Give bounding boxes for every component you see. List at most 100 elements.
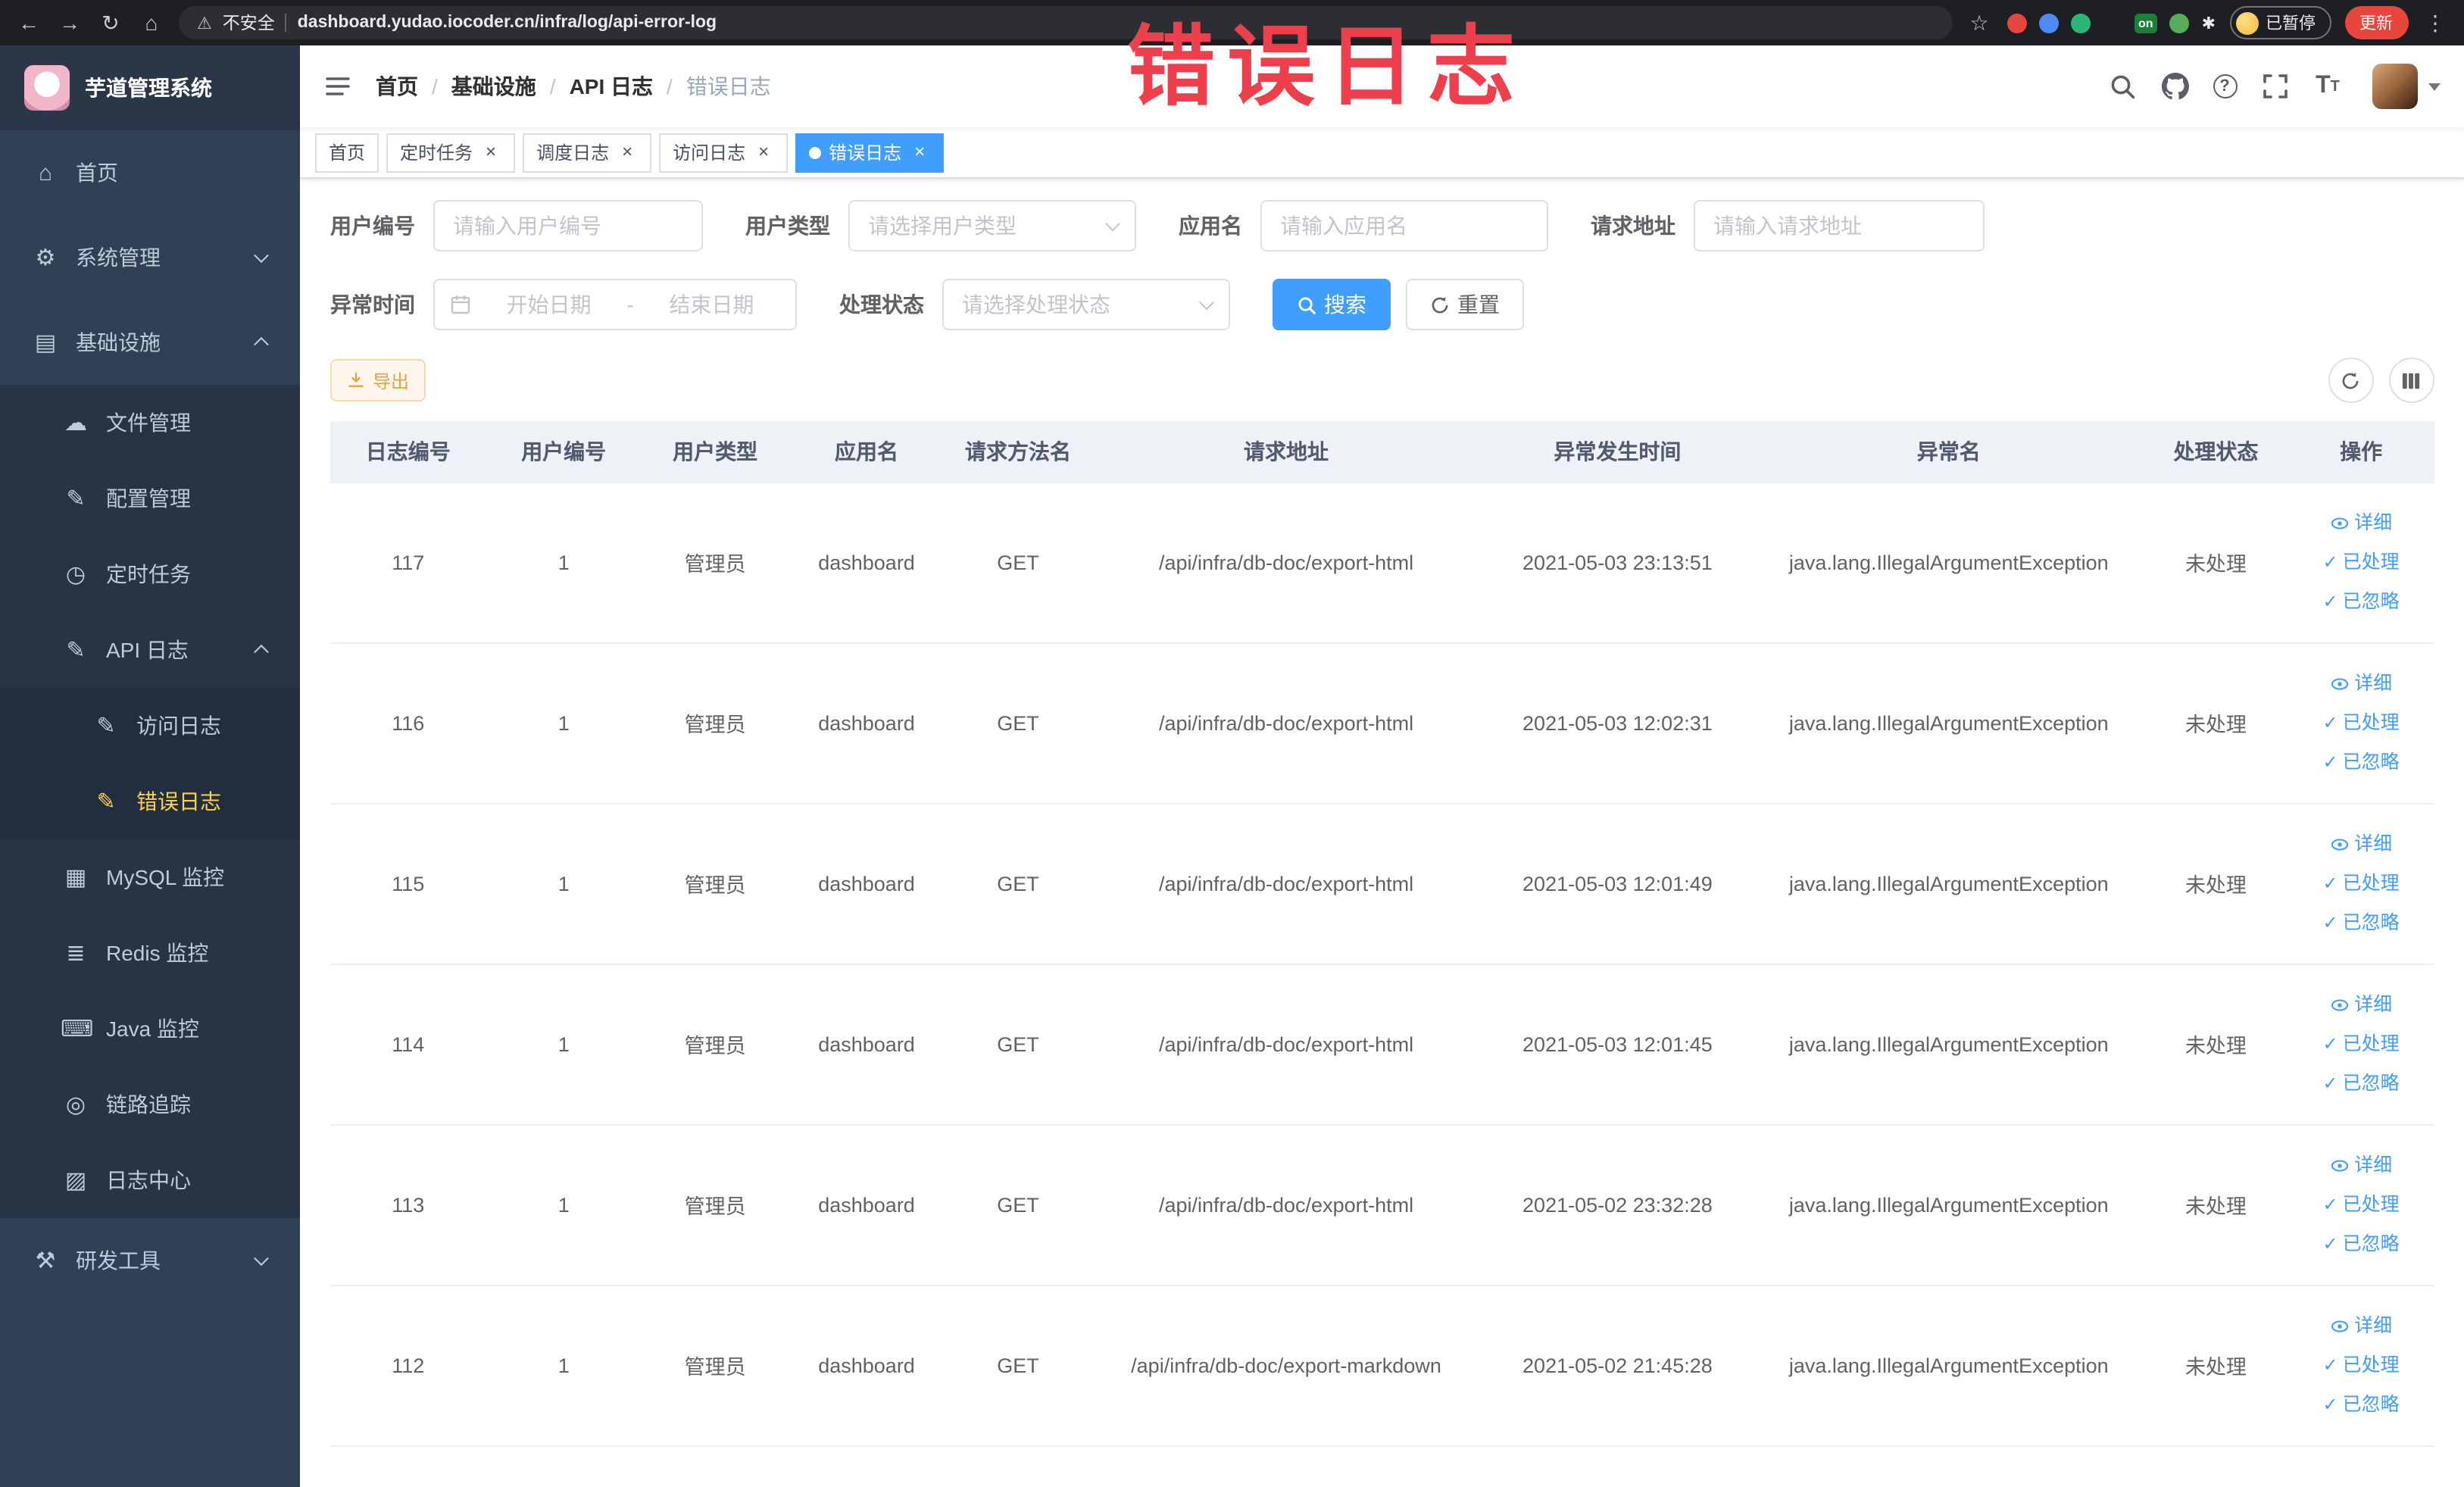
app-name-input[interactable] (1260, 200, 1548, 251)
export-button[interactable]: 导出 (330, 359, 426, 401)
action-processed[interactable]: ✓ 已处理 (2291, 703, 2431, 742)
gear-icon: ⚙ (35, 245, 56, 271)
request-url-input[interactable] (1694, 200, 1985, 251)
address-bar[interactable]: ⚠ 不安全 dashboard.yudao.iocoder.cn/infra/l… (179, 6, 1952, 39)
extension-icon-6[interactable]: ✱ (2202, 13, 2216, 33)
tag-error-log[interactable]: 错误日志 × (795, 133, 945, 172)
sidebar-item-mysql-monitor[interactable]: ▦ MySQL 监控 (0, 839, 300, 915)
update-button[interactable]: 更新 (2344, 6, 2408, 39)
close-icon[interactable]: × (753, 141, 774, 163)
search-button[interactable]: 搜索 (1273, 279, 1391, 330)
tag-label: 定时任务 (400, 142, 473, 164)
tag-job[interactable]: 定时任务 × (386, 133, 516, 172)
eye-icon (2330, 1155, 2350, 1175)
sidebar-item-error-log[interactable]: ✎ 错误日志 (0, 764, 300, 839)
app-logo-bar[interactable]: 芋道管理系统 (0, 45, 300, 130)
breadcrumb: 首页 / 基础设施 / API 日志 / 错误日志 (376, 71, 771, 102)
check-icon: ✓ (2322, 1233, 2338, 1254)
user-type-select[interactable]: 请选择用户类型 (848, 200, 1136, 251)
bookmark-star-icon[interactable]: ☆ (1966, 10, 1993, 36)
action-processed[interactable]: ✓ 已处理 (2291, 542, 2431, 582)
extension-icon-1[interactable] (2006, 13, 2026, 33)
action-label: 已忽略 (2342, 1394, 2400, 1415)
close-icon[interactable]: × (480, 141, 501, 163)
column-header: 应用名 (789, 421, 945, 483)
sidebar-item-dev-tools[interactable]: ⚒ 研发工具 (0, 1218, 300, 1303)
sidebar-item-file-manage[interactable]: ☁ 文件管理 (0, 385, 300, 461)
sidebar-item-infrastructure[interactable]: ▤ 基础设施 (0, 300, 300, 385)
sidebar-item-scheduled-job[interactable]: ◷ 定时任务 (0, 536, 300, 612)
sidebar-item-redis-monitor[interactable]: ≣ Redis 监控 (0, 915, 300, 991)
reset-button[interactable]: 重置 (1406, 279, 1524, 330)
sidebar-item-config-manage[interactable]: ✎ 配置管理 (0, 461, 300, 536)
action-processed[interactable]: ✓ 已处理 (2291, 1185, 2431, 1224)
action-detail[interactable]: 详细 (2291, 985, 2431, 1024)
action-processed[interactable]: ✓ 已处理 (2291, 1345, 2431, 1385)
filter-user-id: 用户编号 (330, 200, 703, 251)
forward-icon[interactable]: → (56, 11, 83, 35)
action-ignored[interactable]: ✓ 已忽略 (2291, 1224, 2431, 1264)
sidebar-item-system-manage[interactable]: ⚙ 系统管理 (0, 215, 300, 300)
action-processed[interactable]: ✓ 已处理 (2291, 1024, 2431, 1064)
sidebar-item-java-monitor[interactable]: ⌨ Java 监控 (0, 991, 300, 1067)
action-detail[interactable]: 详细 (2291, 1306, 2431, 1345)
check-icon: ✓ (2322, 1354, 2338, 1376)
action-ignored[interactable]: ✓ 已忽略 (2291, 582, 2431, 621)
refresh-icon[interactable] (2328, 358, 2373, 403)
hamburger-icon[interactable] (324, 73, 351, 100)
sidebar-item-access-log[interactable]: ✎ 访问日志 (0, 688, 300, 764)
exception-time-range-picker[interactable]: 开始日期 - 结束日期 (433, 279, 797, 330)
sidebar-item-api-log[interactable]: ✎ API 日志 (0, 612, 300, 688)
search-icon[interactable] (2106, 70, 2137, 103)
extension-on-badge[interactable]: on (2134, 13, 2158, 33)
breadcrumb-item[interactable]: API 日志 (570, 71, 653, 102)
tag-job-log[interactable]: 调度日志 × (523, 133, 652, 172)
action-ignored[interactable]: ✓ 已忽略 (2291, 903, 2431, 942)
action-detail[interactable]: 详细 (2291, 503, 2431, 542)
tag-home[interactable]: 首页 (315, 133, 379, 172)
tag-access-log[interactable]: 访问日志 × (659, 133, 789, 172)
sidebar-item-label: Java 监控 (106, 1017, 199, 1041)
cell-user-type: 管理员 (641, 803, 789, 964)
action-detail[interactable]: 详细 (2291, 1145, 2431, 1185)
breadcrumb-item[interactable]: 基础设施 (451, 71, 536, 102)
reload-icon[interactable]: ↻ (97, 10, 124, 36)
column-settings-icon[interactable] (2388, 358, 2434, 403)
column-header: 操作 (2288, 421, 2434, 483)
process-status-select[interactable]: 请选择处理状态 (942, 279, 1230, 330)
action-detail[interactable]: 详细 (2291, 664, 2431, 703)
github-icon[interactable] (2160, 70, 2190, 103)
cell-method: GET (944, 1124, 1092, 1286)
eye-icon (2330, 995, 2350, 1014)
action-detail[interactable]: 详细 (2291, 824, 2431, 864)
user-id-input[interactable] (433, 200, 703, 251)
font-size-icon[interactable]: TT (2313, 70, 2343, 103)
action-label: 已忽略 (2342, 751, 2400, 773)
sidebar-item-home[interactable]: ⌂ 首页 (0, 130, 300, 215)
extension-icon-2[interactable] (2038, 13, 2058, 33)
action-ignored[interactable]: ✓ 已忽略 (2291, 1385, 2431, 1424)
extension-icon-4[interactable] (2102, 13, 2122, 33)
extension-icon-3[interactable] (2070, 13, 2090, 33)
sidebar-item-link-trace[interactable]: ◎ 链路追踪 (0, 1067, 300, 1142)
help-icon[interactable]: ? (2213, 74, 2237, 98)
breadcrumb-item[interactable]: 首页 (376, 71, 418, 102)
export-button-label: 导出 (373, 370, 410, 392)
extension-icon-5[interactable] (2169, 13, 2190, 33)
cell-time: 2021-05-03 23:13:51 (1480, 482, 1754, 643)
action-processed[interactable]: ✓ 已处理 (2291, 864, 2431, 903)
user-avatar[interactable] (2372, 64, 2440, 109)
profile-chip[interactable]: 已暂停 (2229, 6, 2331, 39)
browser-menu-icon[interactable]: ⋮ (2422, 10, 2449, 36)
back-icon[interactable]: ← (15, 11, 42, 35)
action-ignored[interactable]: ✓ 已忽略 (2291, 1064, 2431, 1103)
sidebar-item-log-center[interactable]: ▨ 日志中心 (0, 1142, 300, 1218)
fullscreen-icon[interactable] (2259, 70, 2290, 103)
table-row: 116 1 管理员 dashboard GET/api/infra/db-doc/exp… (330, 642, 2434, 804)
cell-user-type: 管理员 (641, 482, 789, 643)
close-icon[interactable]: × (909, 141, 930, 163)
browser-home-icon[interactable]: ⌂ (138, 11, 165, 35)
user-id-label: 用户编号 (330, 214, 415, 238)
action-ignored[interactable]: ✓ 已忽略 (2291, 742, 2431, 782)
close-icon[interactable]: × (617, 141, 638, 163)
